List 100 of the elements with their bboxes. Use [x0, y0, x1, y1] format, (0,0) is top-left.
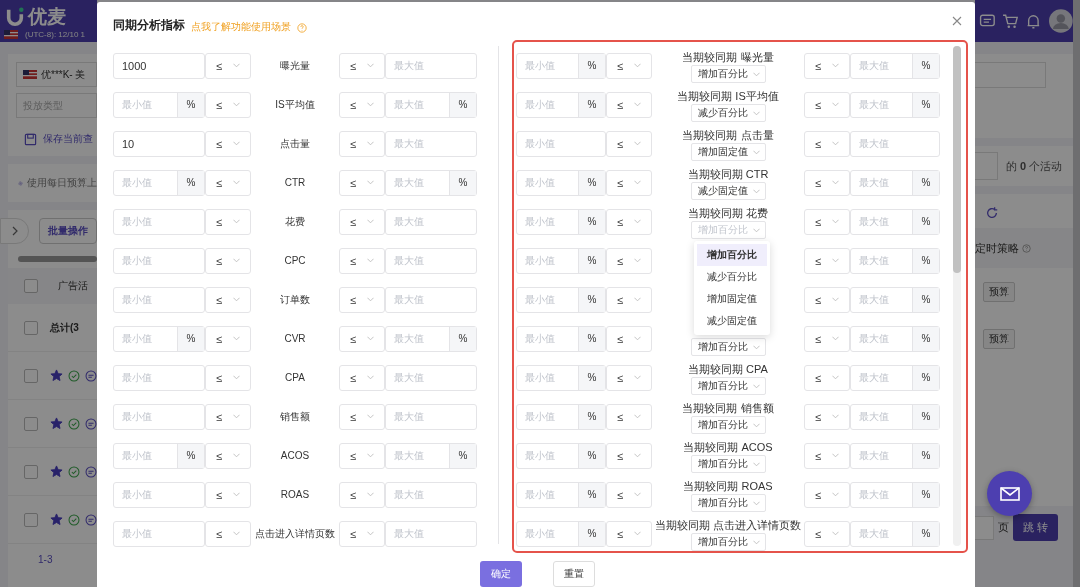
change-type-select[interactable]: 增加百分比 — [690, 533, 766, 551]
operator-select[interactable]: ≤ — [804, 442, 850, 469]
operator-select[interactable]: ≤ — [339, 91, 385, 118]
activity-count: 的 0 个活动 — [1006, 158, 1063, 174]
scrollbar[interactable] — [953, 46, 961, 546]
operator-select[interactable]: ≤ — [606, 91, 652, 118]
operator-select[interactable]: ≤ — [804, 364, 850, 391]
operator-select[interactable]: ≤ — [606, 325, 652, 352]
checkbox[interactable] — [24, 464, 38, 479]
operator-select[interactable]: ≤ — [606, 52, 652, 79]
star-icon[interactable] — [50, 369, 63, 382]
change-type-select[interactable]: 增加百分比 — [690, 338, 766, 356]
operator-select[interactable]: ≤ — [205, 91, 251, 118]
operator-select[interactable]: ≤ — [339, 442, 385, 469]
operator-select[interactable]: ≤ — [339, 520, 385, 547]
change-type-select[interactable]: 增加固定值 — [690, 143, 766, 161]
avatar-icon[interactable] — [1049, 9, 1073, 33]
operator-select[interactable]: ≤ — [205, 247, 251, 274]
percent-addon: % — [578, 404, 605, 429]
change-type-select[interactable]: 减少固定值 — [690, 182, 766, 200]
change-type-select[interactable]: 增加百分比 — [690, 377, 766, 395]
change-type-select[interactable]: 减少百分比 — [690, 104, 766, 122]
operator-select[interactable]: ≤ — [606, 481, 652, 508]
operator-select[interactable]: ≤ — [606, 286, 652, 313]
metric-label: 曝光量 — [279, 58, 311, 73]
page-scrollbar[interactable] — [1073, 0, 1080, 587]
operator-select[interactable]: ≤ — [339, 208, 385, 235]
operator-select[interactable]: ≤ — [339, 247, 385, 274]
operator-select[interactable]: ≤ — [606, 403, 652, 430]
refresh-icon[interactable] — [985, 206, 999, 220]
dropdown-option[interactable]: 减少固定值 — [697, 310, 767, 332]
help-icon[interactable] — [297, 23, 307, 33]
cart-icon[interactable] — [1001, 12, 1019, 30]
operator-select[interactable]: ≤ — [804, 403, 850, 430]
operator-select[interactable]: ≤ — [606, 130, 652, 157]
operator-select[interactable]: ≤ — [205, 442, 251, 469]
operator-select[interactable]: ≤ — [205, 130, 251, 157]
change-type-select[interactable]: 增加百分比 — [690, 65, 766, 83]
checkbox[interactable] — [24, 416, 38, 431]
operator-select[interactable]: ≤ — [606, 208, 652, 235]
operator-select[interactable]: ≤ — [205, 481, 251, 508]
page-field[interactable] — [975, 515, 994, 540]
checkbox[interactable] — [24, 368, 38, 383]
operator-select[interactable]: ≤ — [804, 169, 850, 196]
operator-select[interactable]: ≤ — [804, 130, 850, 157]
operator-select[interactable]: ≤ — [339, 169, 385, 196]
operator-select[interactable]: ≤ — [205, 208, 251, 235]
checkbox[interactable] — [24, 512, 38, 527]
change-type-select[interactable]: 增加百分比 — [690, 455, 766, 473]
operator-select[interactable]: ≤ — [205, 169, 251, 196]
operator-select[interactable]: ≤ — [804, 520, 850, 547]
operator-select[interactable]: ≤ — [606, 364, 652, 391]
operator-select[interactable]: ≤ — [339, 403, 385, 430]
change-type-select[interactable]: 增加百分比 — [690, 494, 766, 512]
min-value-field[interactable]: 10 — [113, 130, 205, 157]
operator-select[interactable]: ≤ — [804, 325, 850, 352]
store-select[interactable]: 优***K- 美 — [16, 62, 97, 87]
change-type-select[interactable]: 增加百分比 — [690, 416, 766, 434]
operator-select[interactable]: ≤ — [804, 208, 850, 235]
operator-select[interactable]: ≤ — [339, 130, 385, 157]
reset-button[interactable]: 重置 — [553, 561, 595, 587]
operator-select[interactable]: ≤ — [606, 169, 652, 196]
operator-select[interactable]: ≤ — [205, 520, 251, 547]
operator-select[interactable]: ≤ — [804, 91, 850, 118]
percent-addon: % — [578, 287, 605, 312]
operator-select[interactable]: ≤ — [339, 364, 385, 391]
operator-select[interactable]: ≤ — [606, 520, 652, 547]
operator-select[interactable]: ≤ — [205, 286, 251, 313]
percent-addon: % — [449, 92, 476, 117]
operator-select[interactable]: ≤ — [804, 247, 850, 274]
confirm-button[interactable]: 确定 — [480, 561, 522, 587]
operator-select[interactable]: ≤ — [205, 403, 251, 430]
operator-select[interactable]: ≤ — [339, 325, 385, 352]
operator-select[interactable]: ≤ — [606, 442, 652, 469]
operator-select[interactable]: ≤ — [339, 52, 385, 79]
operator-select[interactable]: ≤ — [804, 52, 850, 79]
save-query-link[interactable]: 保存当前查 — [43, 132, 93, 146]
batch-button[interactable]: 批量操作 — [39, 218, 97, 244]
operator-select[interactable]: ≤ — [339, 481, 385, 508]
checkbox[interactable] — [24, 279, 38, 293]
percent-addon: % — [578, 521, 605, 546]
jump-button[interactable]: 跳 转 — [1013, 514, 1059, 541]
percent-addon: % — [177, 326, 204, 351]
min-value-field[interactable]: 1000 — [113, 52, 205, 79]
dropdown-option[interactable]: 增加百分比 — [697, 244, 767, 266]
operator-select[interactable]: ≤ — [804, 481, 850, 508]
dropdown-option[interactable]: 增加固定值 — [697, 288, 767, 310]
operator-select[interactable]: ≤ — [804, 286, 850, 313]
star-icon[interactable] — [50, 513, 63, 526]
operator-select[interactable]: ≤ — [606, 247, 652, 274]
star-icon[interactable] — [50, 465, 63, 478]
checkbox[interactable] — [24, 320, 38, 335]
star-icon[interactable] — [50, 417, 63, 430]
operator-select[interactable]: ≤ — [205, 52, 251, 79]
operator-select[interactable]: ≤ — [339, 286, 385, 313]
dropdown-option[interactable]: 减少百分比 — [697, 266, 767, 288]
operator-select[interactable]: ≤ — [205, 364, 251, 391]
expand-toggle[interactable] — [0, 218, 29, 244]
close-icon[interactable] — [952, 16, 962, 26]
operator-select[interactable]: ≤ — [205, 325, 251, 352]
